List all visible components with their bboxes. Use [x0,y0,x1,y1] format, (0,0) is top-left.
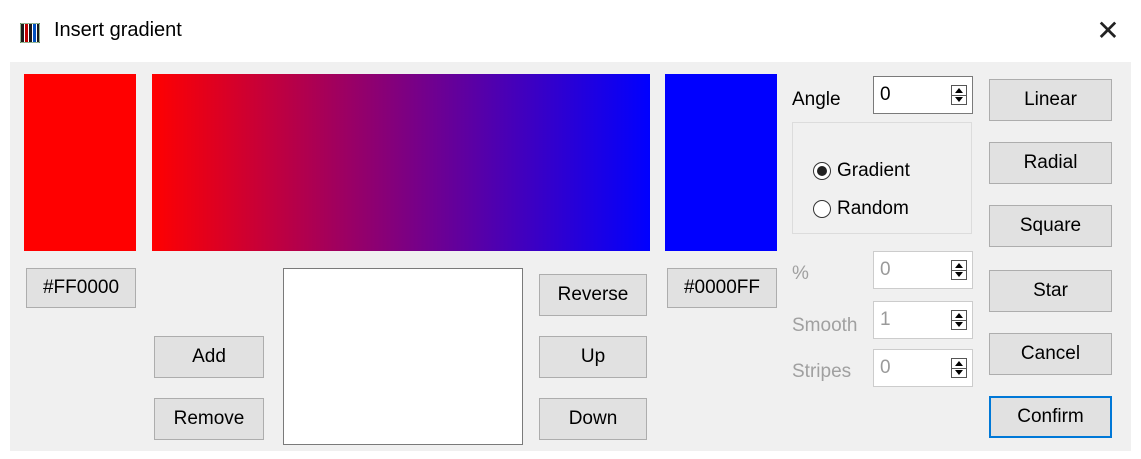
percent-spin-arrows-icon[interactable] [951,260,967,280]
smooth-label: Smooth [792,315,858,336]
remove-button[interactable]: Remove [154,398,264,440]
reverse-button[interactable]: Reverse [539,274,647,316]
angle-spin-arrows-icon[interactable] [951,85,967,105]
window-title: Insert gradient [54,19,182,41]
percent-label: % [792,263,809,284]
stripes-spinner[interactable]: 0 [873,349,973,387]
random-radio-label: Random [837,198,909,219]
square-button[interactable]: Square [989,205,1112,247]
add-button[interactable]: Add [154,336,264,378]
confirm-button[interactable]: Confirm [989,396,1112,438]
end-color-swatch[interactable] [665,74,777,251]
gradient-radio[interactable]: Gradient [813,160,910,182]
end-color-hex-button[interactable]: #0000FF [667,268,777,308]
linear-button[interactable]: Linear [989,79,1112,121]
insert-gradient-dialog: Insert gradient ✕ #FF0000 #0000FF Add Re… [0,0,1141,459]
stripes-spin-arrows-icon[interactable] [951,358,967,378]
percent-spinner[interactable]: 0 [873,251,973,289]
percent-value: 0 [880,259,891,280]
close-icon[interactable]: ✕ [1091,14,1125,48]
star-button[interactable]: Star [989,270,1112,312]
gradient-preview [152,74,650,251]
dialog-body: #FF0000 #0000FF Add Remove Reverse Up Do… [10,62,1131,451]
random-radio[interactable]: Random [813,198,909,220]
up-button[interactable]: Up [539,336,647,378]
radio-unselected-icon [813,200,831,218]
start-color-hex-button[interactable]: #FF0000 [26,268,136,308]
smooth-spin-arrows-icon[interactable] [951,310,967,330]
radial-button[interactable]: Radial [989,142,1112,184]
title-bar: Insert gradient ✕ [0,0,1141,62]
smooth-spinner[interactable]: 1 [873,301,973,339]
start-color-swatch[interactable] [24,74,136,251]
gradient-app-icon [20,23,40,43]
mode-group: Gradient Random [792,122,972,234]
radio-selected-icon [813,162,831,180]
gradient-radio-label: Gradient [837,160,910,181]
cancel-button[interactable]: Cancel [989,333,1112,375]
angle-spinner[interactable]: 0 [873,76,973,114]
angle-value: 0 [880,84,891,105]
smooth-value: 1 [880,309,891,330]
down-button[interactable]: Down [539,398,647,440]
stripes-label: Stripes [792,361,852,382]
color-stops-list[interactable] [283,268,523,445]
angle-label: Angle [792,89,841,110]
stripes-value: 0 [880,357,891,378]
